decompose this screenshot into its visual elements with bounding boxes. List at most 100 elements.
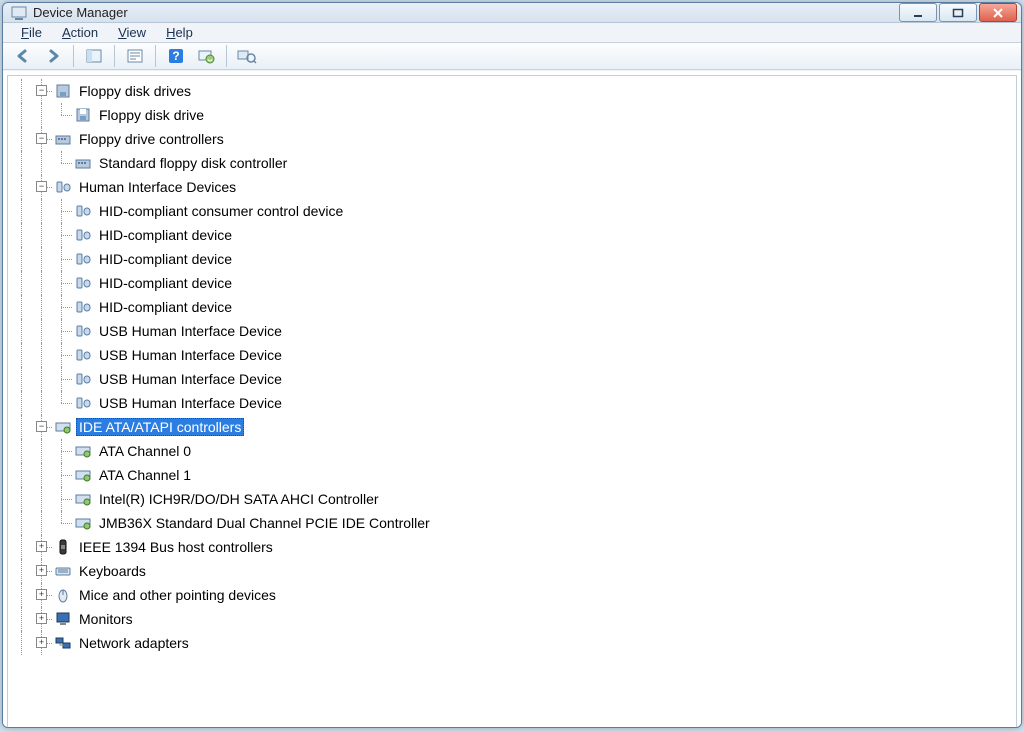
device-ide-2[interactable]: Intel(R) ICH9R/DO/DH SATA AHCI Controlle…	[12, 487, 1016, 511]
device-hid-8[interactable]: USB Human Interface Device	[12, 391, 1016, 415]
device-ide-3[interactable]: JMB36X Standard Dual Channel PCIE IDE Co…	[12, 511, 1016, 535]
device-floppy-drive-icon	[74, 107, 92, 123]
client-area: − Floppy disk drives Floppy disk drive − Flo…	[3, 70, 1021, 728]
menu-view[interactable]: View	[108, 23, 156, 42]
svg-text:?: ?	[172, 49, 179, 63]
category-mice-label: Mice and other pointing devices	[76, 586, 279, 604]
device-ide-1[interactable]: ATA Channel 1	[12, 463, 1016, 487]
category-monitors[interactable]: +Monitors	[12, 607, 1016, 631]
device-ide-0-label: ATA Channel 0	[96, 442, 194, 460]
device-hid-7[interactable]: USB Human Interface Device	[12, 367, 1016, 391]
device-hid-4-icon	[74, 299, 92, 315]
category-floppy-drives-icon	[54, 83, 72, 99]
toolbar-separator	[155, 45, 156, 67]
menu-view-rest: iew	[127, 25, 147, 40]
category-hid-icon	[54, 179, 72, 195]
category-floppy-drives[interactable]: − Floppy disk drives	[12, 79, 1016, 103]
device-hid-1-icon	[74, 227, 92, 243]
titlebar[interactable]: Device Manager	[3, 3, 1021, 23]
category-floppy-drives-label: Floppy disk drives	[76, 82, 194, 100]
device-hid-8-label: USB Human Interface Device	[96, 394, 285, 412]
collapse-toggle[interactable]: −	[36, 181, 47, 192]
category-ieee1394-icon	[54, 539, 72, 555]
device-hid-6-label: USB Human Interface Device	[96, 346, 285, 364]
category-keyboards-label: Keyboards	[76, 562, 149, 580]
device-hid-5-label: USB Human Interface Device	[96, 322, 285, 340]
device-hid-7-icon	[74, 371, 92, 387]
category-mice[interactable]: + Mice and other pointing devices	[12, 583, 1016, 607]
category-keyboards-icon	[54, 563, 72, 579]
device-hid-4-label: HID-compliant device	[96, 298, 235, 316]
category-keyboards[interactable]: + Keyboards	[12, 559, 1016, 583]
device-hid-3[interactable]: HID-compliant device	[12, 271, 1016, 295]
device-std-floppy-controller-label: Standard floppy disk controller	[96, 154, 290, 172]
tree-scroll[interactable]: − Floppy disk drives Floppy disk drive − Flo…	[8, 76, 1016, 728]
category-hid[interactable]: − Human Interface Devices	[12, 175, 1016, 199]
category-hid-label: Human Interface Devices	[76, 178, 239, 196]
collapse-toggle[interactable]: −	[36, 133, 47, 144]
device-floppy-drive-label: Floppy disk drive	[96, 106, 207, 124]
toolbar-help-button[interactable]: ?	[162, 43, 190, 69]
menu-file[interactable]: File	[11, 23, 52, 42]
device-hid-6[interactable]: USB Human Interface Device	[12, 343, 1016, 367]
toolbar-back-button[interactable]	[9, 43, 37, 69]
device-floppy-drive[interactable]: Floppy disk drive	[12, 103, 1016, 127]
menu-help[interactable]: Help	[156, 23, 203, 42]
expand-toggle[interactable]: +	[36, 589, 47, 600]
device-hid-1-label: HID-compliant device	[96, 226, 235, 244]
menubar: File Action View Help	[3, 23, 1021, 43]
device-hid-5[interactable]: USB Human Interface Device	[12, 319, 1016, 343]
device-hid-0[interactable]: HID-compliant consumer control device	[12, 199, 1016, 223]
toolbar: ?	[3, 43, 1021, 70]
menu-help-rest: elp	[175, 25, 192, 40]
device-ide-3-label: JMB36X Standard Dual Channel PCIE IDE Co…	[96, 514, 433, 532]
device-hid-4[interactable]: HID-compliant device	[12, 295, 1016, 319]
app-icon	[11, 5, 27, 21]
toolbar-resources-button[interactable]	[233, 43, 261, 69]
window-frame: Device Manager File Action View Help ?	[2, 2, 1022, 728]
device-hid-0-icon	[74, 203, 92, 219]
category-ide-icon	[54, 419, 72, 435]
expand-toggle[interactable]: +	[36, 637, 47, 648]
collapse-toggle[interactable]: −	[36, 85, 47, 96]
device-hid-2[interactable]: HID-compliant device	[12, 247, 1016, 271]
toolbar-separator	[114, 45, 115, 67]
maximize-button[interactable]	[939, 3, 977, 22]
expand-toggle[interactable]: +	[36, 565, 47, 576]
device-std-floppy-controller[interactable]: Standard floppy disk controller	[12, 151, 1016, 175]
category-ieee1394-label: IEEE 1394 Bus host controllers	[76, 538, 276, 556]
device-hid-7-label: USB Human Interface Device	[96, 370, 285, 388]
device-hid-5-icon	[74, 323, 92, 339]
window-controls	[899, 3, 1017, 22]
category-floppy-controllers-icon	[54, 131, 72, 147]
device-hid-8-icon	[74, 395, 92, 411]
category-floppy-controllers[interactable]: − Floppy drive controllers	[12, 127, 1016, 151]
toolbar-scan-button[interactable]	[192, 43, 220, 69]
category-floppy-controllers-label: Floppy drive controllers	[76, 130, 227, 148]
toolbar-separator	[73, 45, 74, 67]
device-ide-2-icon	[74, 491, 92, 507]
toolbar-properties-button[interactable]	[121, 43, 149, 69]
category-ieee1394[interactable]: + IEEE 1394 Bus host controllers	[12, 535, 1016, 559]
category-ide-label: IDE ATA/ATAPI controllers	[76, 418, 244, 436]
toolbar-separator	[226, 45, 227, 67]
device-hid-2-icon	[74, 251, 92, 267]
expand-toggle[interactable]: +	[36, 613, 47, 624]
toolbar-forward-button[interactable]	[39, 43, 67, 69]
category-network[interactable]: +Network adapters	[12, 631, 1016, 655]
tree-container: − Floppy disk drives Floppy disk drive − Flo…	[7, 75, 1017, 728]
close-button[interactable]	[979, 3, 1017, 22]
device-ide-0[interactable]: ATA Channel 0	[12, 439, 1016, 463]
device-ide-1-label: ATA Channel 1	[96, 466, 194, 484]
category-monitors-icon	[54, 611, 72, 627]
category-mice-icon	[54, 587, 72, 603]
device-hid-1[interactable]: HID-compliant device	[12, 223, 1016, 247]
collapse-toggle[interactable]: −	[36, 421, 47, 432]
device-hid-3-icon	[74, 275, 92, 291]
device-ide-2-label: Intel(R) ICH9R/DO/DH SATA AHCI Controlle…	[96, 490, 382, 508]
category-ide[interactable]: − IDE ATA/ATAPI controllers	[12, 415, 1016, 439]
toolbar-tree-button[interactable]	[80, 43, 108, 69]
expand-toggle[interactable]: +	[36, 541, 47, 552]
minimize-button[interactable]	[899, 3, 937, 22]
menu-action[interactable]: Action	[52, 23, 108, 42]
